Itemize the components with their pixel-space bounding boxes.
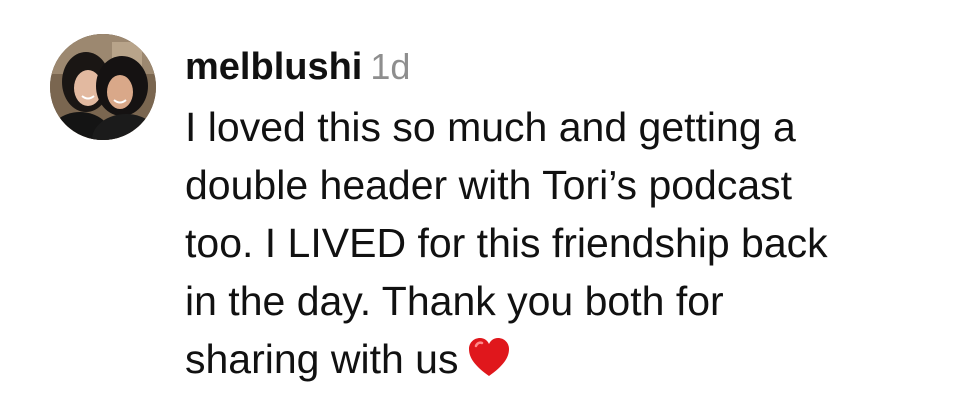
comment-meta: melblushi 1d [185,36,965,98]
comment: melblushi 1d I loved this so much and get… [0,0,980,420]
comment-text: I loved this so much and getting a doubl… [185,98,965,388]
comment-line: sharing with us [185,336,459,382]
comment-last-line: sharing with us [185,330,965,388]
comment-body: melblushi 1d I loved this so much and get… [185,36,965,388]
avatar[interactable] [50,34,156,140]
red-heart-icon [466,335,512,381]
comment-line: I loved this so much and getting a [185,104,796,150]
comment-line: in the day. Thank you both for [185,278,724,324]
comment-line: too. I LIVED for this friendship back [185,220,828,266]
timestamp[interactable]: 1d [370,46,410,87]
avatar-photo [50,34,156,140]
comment-line: double header with Tori’s podcast [185,162,793,208]
username-link[interactable]: melblushi [185,46,362,88]
